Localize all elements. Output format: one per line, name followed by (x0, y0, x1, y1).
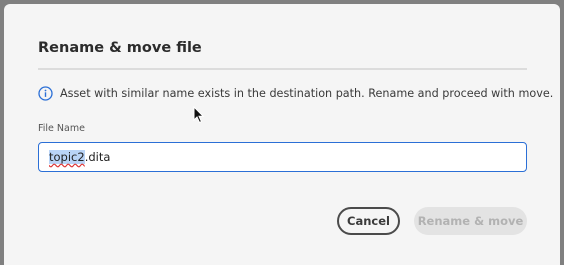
cancel-button[interactable]: Cancel (337, 207, 400, 235)
info-message: Asset with similar name exists in the de… (38, 84, 553, 102)
mouse-pointer-icon (193, 105, 205, 124)
file-name-input[interactable]: topic2 .dita (38, 142, 527, 172)
input-extension-text: .dita (84, 150, 111, 164)
rename-move-button[interactable]: Rename & move (414, 207, 527, 235)
file-name-label: File Name (38, 123, 85, 134)
dialog-title: Rename & move file (38, 40, 202, 56)
input-selected-text: topic2 (49, 150, 85, 164)
info-icon (38, 85, 53, 101)
title-divider (38, 68, 527, 70)
info-text: Asset with similar name exists in the de… (60, 86, 554, 100)
rename-move-dialog: Rename & move file Asset with similar na… (4, 4, 560, 265)
